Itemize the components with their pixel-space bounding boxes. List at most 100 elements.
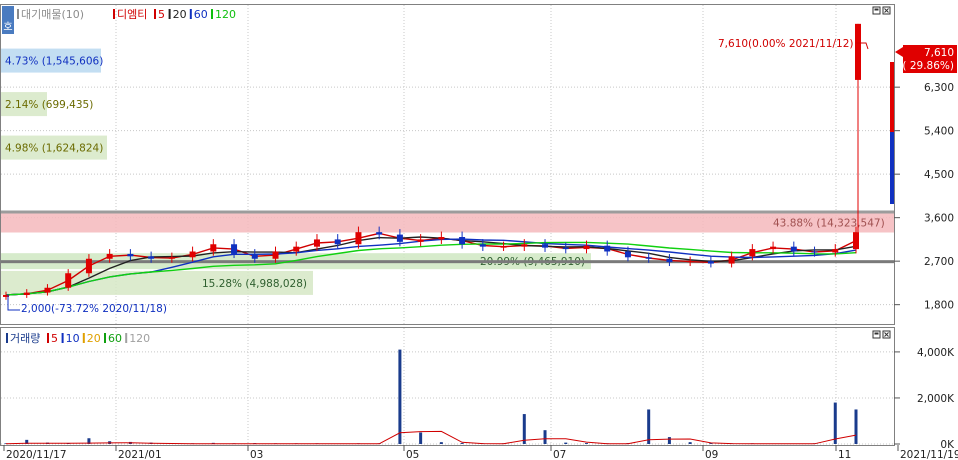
candle-body [231, 244, 238, 254]
y-tick-label: 3,600 [924, 213, 954, 225]
volume-legend: 거래량 5 10 20 60 120 [6, 332, 150, 345]
candle-body [853, 232, 859, 250]
x-tick-label: 09 [705, 449, 718, 460]
candle-body [106, 253, 113, 259]
maximize-icon[interactable] [874, 8, 879, 11]
candle-body [604, 245, 611, 252]
volume-y-axis: 4,000K2,000K0K [894, 347, 955, 451]
candle-body [23, 292, 30, 295]
volume-bar [543, 430, 547, 444]
candle-body [562, 247, 569, 250]
candle-body [272, 251, 279, 259]
legend-swatch [6, 333, 8, 343]
x-tick-label: 2021/01 [118, 449, 162, 460]
volume-bar [564, 442, 568, 444]
legend-label[interactable]: 60 [194, 8, 208, 21]
y-tick-label: 4,500 [924, 169, 954, 181]
legend-swatch [82, 333, 85, 343]
x-tick-label: 03 [250, 449, 263, 460]
maximize-icon[interactable] [874, 332, 879, 335]
legend-label[interactable]: 거래량 [10, 332, 40, 345]
volume-panel [0, 327, 895, 446]
candle-body [85, 258, 92, 274]
candle-body [355, 232, 362, 245]
x-tick-label: 05 [406, 449, 419, 460]
corner-badge[interactable]: 호 [2, 6, 14, 34]
volume-tick-label: 4,000K [917, 347, 955, 359]
legend-swatch [125, 333, 128, 343]
y-tick-label: 5,400 [924, 126, 954, 138]
legend-label[interactable]: 대기매물(10) [21, 8, 84, 21]
current-price: 7,610 [924, 47, 954, 59]
candle-body [65, 273, 72, 288]
candle-body [770, 246, 777, 250]
candle-body [728, 256, 735, 264]
legend-swatch [168, 9, 171, 19]
legend-label[interactable]: 20 [87, 332, 101, 345]
legend-swatch [17, 9, 19, 19]
legend-swatch [211, 9, 213, 19]
candle-body [666, 258, 673, 263]
legend-label[interactable]: 5 [51, 332, 58, 345]
volume-bar [419, 432, 423, 444]
candle-body [521, 244, 528, 247]
candle-body [479, 244, 486, 247]
supply-zone-label: 2.14% (699,435) [5, 99, 93, 111]
legend-swatch [47, 333, 49, 343]
y-tick-label: 2,700 [924, 256, 954, 268]
candle-body [396, 234, 403, 242]
current-change: ( 29.86%) [902, 60, 954, 72]
price-right-bar-red [890, 62, 894, 132]
candle-body [438, 237, 445, 240]
x-tick-label: 11 [838, 449, 851, 460]
legend-swatch [61, 333, 64, 343]
candle-body [583, 245, 590, 250]
zone-edge [1, 260, 894, 264]
candle-body [542, 244, 549, 248]
candle-body [127, 253, 134, 257]
legend-label[interactable]: 10 [66, 332, 80, 345]
stock-chart: 4.73% (1,545,606) 2.14% (699,435) 4.98% (1… [0, 4, 958, 460]
candle-body [832, 249, 839, 253]
x-tick-label: 07 [553, 449, 566, 460]
legend-swatch [154, 9, 156, 19]
x-tick-label: 2020/11/17 [6, 449, 67, 460]
legend-label[interactable]: 60 [108, 332, 122, 345]
legend-label[interactable]: 120 [129, 332, 150, 345]
legend-label[interactable]: 120 [215, 8, 236, 21]
candle-body [749, 249, 756, 257]
supply-zone-label: 4.98% (1,624,824) [5, 143, 103, 155]
candle-body [44, 287, 51, 293]
candle-body [624, 251, 631, 258]
candle-body [313, 239, 320, 247]
candle-body [293, 246, 300, 252]
volume-tick-label: 2,000K [917, 393, 955, 405]
zone-edge [1, 210, 894, 214]
x-tick-label: 2021/11/19 [900, 449, 958, 460]
x-axis: 2020/11/17 2021/01 03 05 07 09 11 2021/11/19 [3, 445, 958, 460]
candle-body [334, 239, 341, 245]
candle-body [707, 261, 714, 264]
volume-bar [854, 409, 858, 444]
low-price-label: 2,000(-73.72% 2020/11/18) [21, 303, 167, 315]
legend-swatch [104, 333, 106, 343]
candle-body [790, 246, 797, 252]
candle-body [500, 246, 507, 248]
candle-body [687, 261, 694, 263]
candle-body [251, 253, 258, 259]
supply-zone-label: 43.88% (14,323,547) [773, 218, 885, 230]
candle-body [189, 251, 196, 258]
legend-label[interactable]: 디엠티 [117, 8, 147, 21]
high-annotation: 7,610(0.00% 2021/11/12) [718, 38, 869, 50]
volume-bar [584, 443, 588, 444]
legend-label[interactable]: 20 [173, 8, 187, 21]
volume-bar [688, 442, 692, 444]
candle-body [417, 239, 424, 242]
volume-bar [439, 442, 443, 444]
y-tick-label: 6,300 [924, 82, 954, 94]
current-price-marker: 7,610 ( 29.86%) [895, 45, 957, 73]
volume-bar [398, 349, 402, 444]
supply-zone [1, 212, 894, 233]
volume-bar [460, 443, 464, 444]
legend-label[interactable]: 5 [158, 8, 165, 21]
